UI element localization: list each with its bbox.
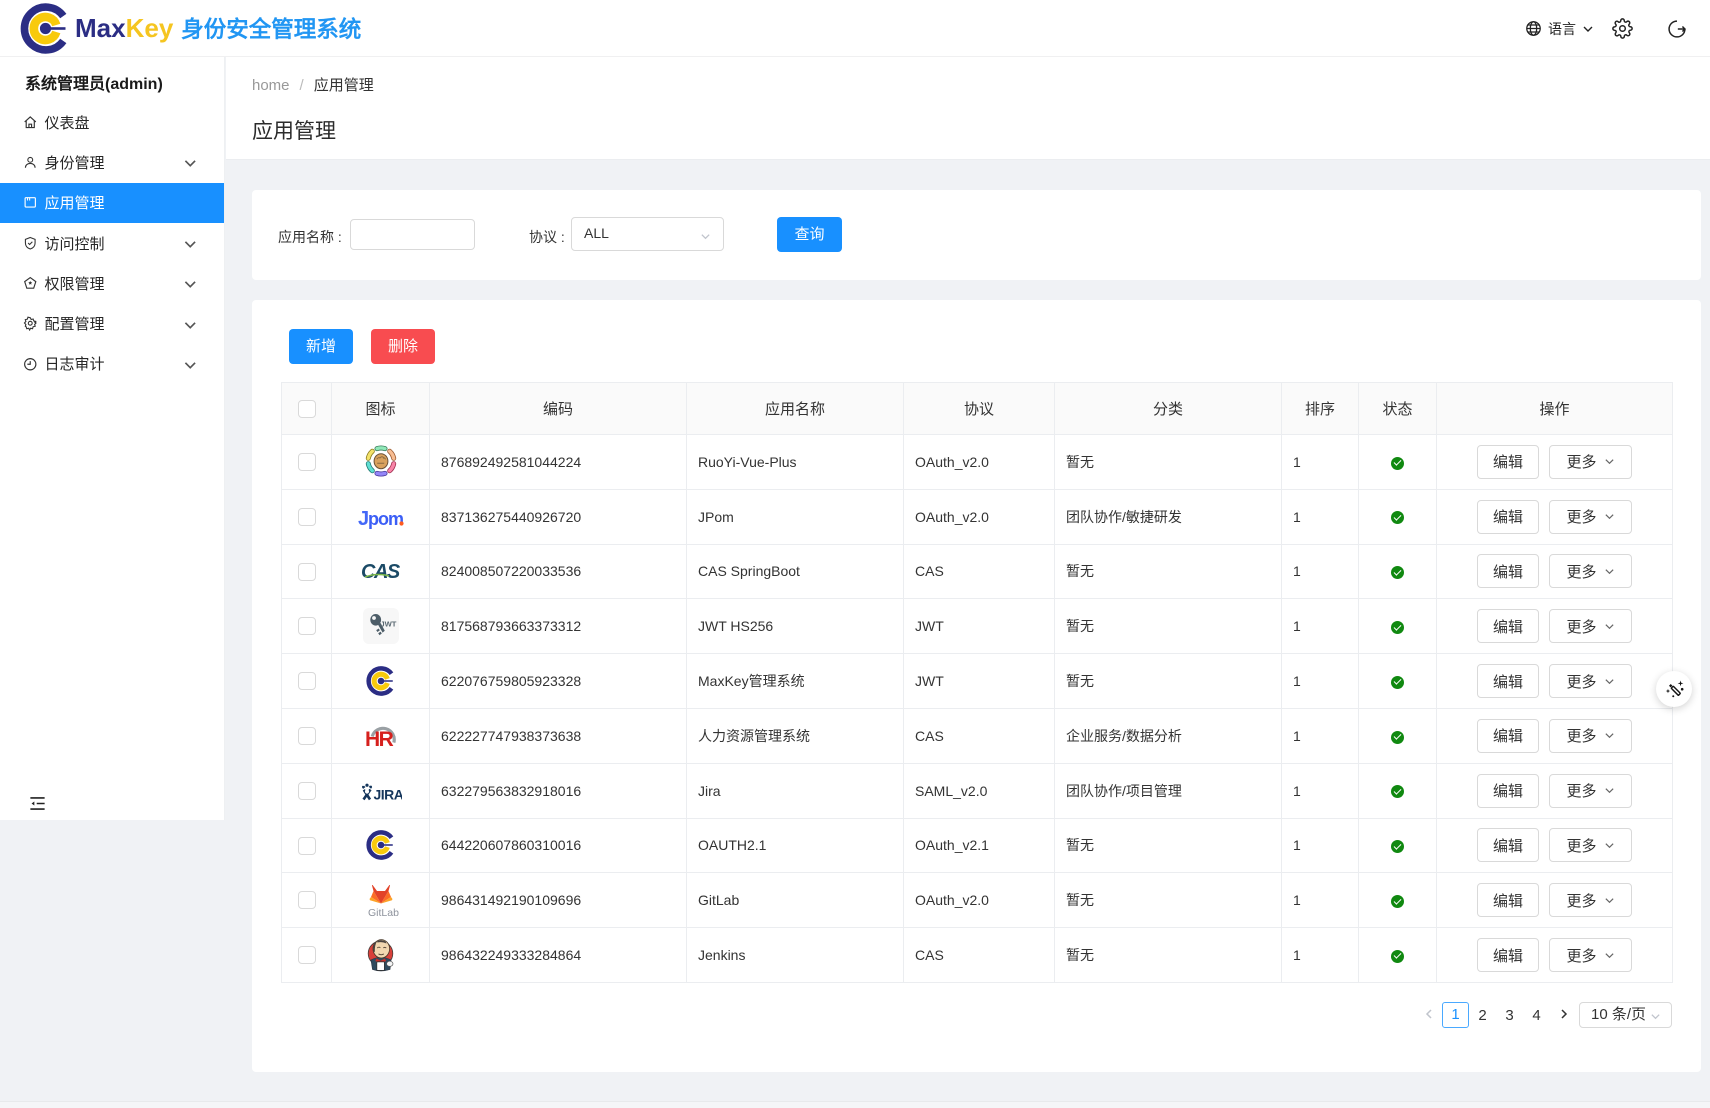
svg-text:JIRA: JIRA: [373, 786, 402, 802]
svg-text:HR: HR: [365, 728, 394, 751]
svg-text:JWT: JWT: [380, 620, 396, 629]
svg-text:CAS: CAS: [361, 561, 401, 583]
svg-text:pom: pom: [368, 509, 403, 529]
svg-text:GitLab: GitLab: [368, 907, 399, 919]
svg-text:J: J: [358, 508, 368, 530]
